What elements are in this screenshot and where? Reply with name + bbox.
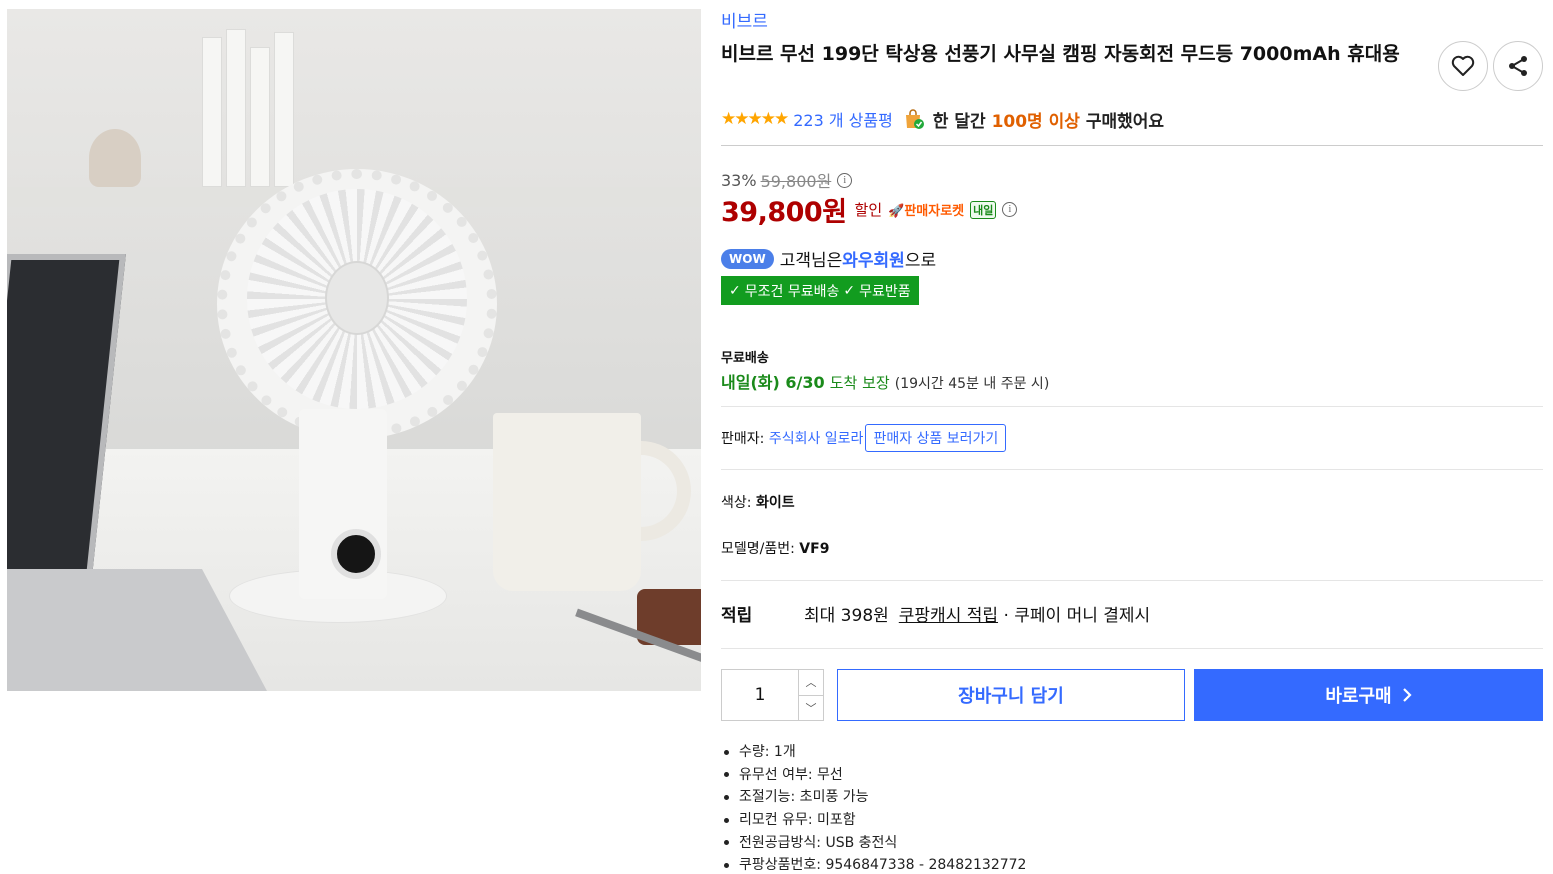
- product-image[interactable]: [7, 9, 701, 691]
- divider: [721, 406, 1543, 407]
- image-books: [202, 27, 302, 187]
- model-option: 모델명/품번: VF9: [721, 538, 829, 558]
- spec-item: 조절기능: 초미풍 가능: [721, 786, 1026, 809]
- points-max-text: 최대 398원: [804, 606, 889, 626]
- discount-row: 33% 59,800원 i: [721, 168, 853, 192]
- model-value: VF9: [799, 541, 830, 557]
- star-rating-icon: ★★★★★: [721, 109, 789, 129]
- points-label: 적립: [721, 606, 753, 626]
- chevron-right-icon: [1402, 688, 1412, 702]
- seller-name-link[interactable]: 주식회사 일로라: [769, 428, 864, 448]
- spec-list: 수량: 1개 유무선 여부: 무선 조절기능: 초미풍 가능 리모컨 유무: 미…: [721, 741, 1026, 874]
- arrival-date: 내일(화) 6/30: [721, 373, 825, 392]
- divider: [721, 469, 1543, 470]
- original-price: 59,800원: [760, 172, 832, 191]
- brand-link[interactable]: 비브르: [721, 7, 768, 32]
- divider: [721, 648, 1543, 649]
- seller-rocket-badge: 🚀판매자로켓: [888, 204, 965, 219]
- bought-suffix: 구매했어요: [1085, 111, 1165, 132]
- shopping-bag-icon: [903, 108, 925, 130]
- product-title: 비브르 무선 199단 탁상용 선풍기 사무실 캠핑 자동회전 무드등 7000…: [721, 43, 1400, 65]
- sale-label: 할인: [854, 201, 883, 219]
- heart-icon: [1451, 55, 1475, 76]
- wow-benefit-banner: ✓ 무조건 무료배송 ✓ 무료반품: [721, 276, 919, 305]
- seller-label: 판매자:: [721, 431, 765, 447]
- tomorrow-badge: 내일: [970, 200, 997, 219]
- image-fan-knob: [331, 529, 381, 579]
- spec-item: 쿠팡상품번호: 9546847338 - 28482132772: [721, 854, 1026, 874]
- shipping-label: 무료배송: [721, 351, 769, 366]
- spec-item: 수량: 1개: [721, 741, 1026, 764]
- check-icon: ✓: [843, 282, 856, 299]
- share-icon: [1509, 56, 1527, 76]
- rating-row: ★★★★★ 223 개 상품평 한 달간 100명 이상 구매했어요: [721, 107, 1164, 132]
- wow-text-suffix: 으로: [904, 251, 937, 271]
- chevron-down-icon[interactable]: ﹀: [799, 696, 823, 721]
- free-shipping-benefit: 무조건 무료배송: [744, 283, 840, 300]
- info-icon[interactable]: i: [837, 172, 853, 188]
- seller-products-button[interactable]: 판매자 상품 보러가기: [865, 424, 1007, 452]
- quantity-stepper: ︿ ﹀: [721, 669, 824, 721]
- sale-price: 39,800원: [721, 197, 847, 228]
- discount-rate: 33%: [721, 170, 757, 190]
- buy-now-button[interactable]: 바로구매: [1194, 669, 1543, 721]
- bought-highlight: 100명 이상: [991, 111, 1080, 132]
- color-value: 화이트: [755, 495, 795, 511]
- order-deadline-note: (19시간 45분 내 주문 시): [894, 376, 1050, 392]
- add-to-cart-button[interactable]: 장바구니 담기: [837, 669, 1185, 721]
- spec-item: 전원공급방식: USB 충전식: [721, 831, 1026, 854]
- arrival-guarantee: 도착 보장: [829, 374, 890, 392]
- purchase-count-text: 한 달간 100명 이상 구매했어요: [933, 107, 1164, 132]
- wishlist-button[interactable]: [1438, 41, 1488, 91]
- quantity-buttons: ︿ ﹀: [798, 670, 823, 720]
- divider: [721, 145, 1543, 146]
- wow-badge: WOW: [721, 248, 774, 269]
- model-label: 모델명/품번:: [721, 541, 795, 557]
- color-label: 색상:: [721, 495, 752, 511]
- bought-prefix: 한 달간: [932, 111, 986, 132]
- coupang-cash-link[interactable]: 쿠팡캐시 적립: [899, 601, 998, 626]
- seller-row: 판매자: 주식회사 일로라 판매자 상품 보러가기: [721, 424, 1007, 452]
- color-option: 색상: 화이트: [721, 492, 795, 512]
- image-vase: [89, 129, 141, 187]
- wow-member-text: 와우회원: [842, 251, 905, 271]
- divider: [721, 580, 1543, 581]
- share-button[interactable]: [1493, 41, 1543, 91]
- image-mug: [493, 413, 641, 591]
- wow-row: WOW 고객님은 와우회원 으로: [721, 246, 936, 271]
- points-suffix: · 쿠페이 머니 결제시: [1003, 606, 1151, 626]
- wow-text-prefix: 고객님은: [779, 251, 843, 271]
- quantity-input[interactable]: [722, 670, 798, 720]
- chevron-up-icon[interactable]: ︿: [799, 670, 823, 696]
- image-fan-hub: [325, 261, 389, 335]
- buy-now-label: 바로구매: [1325, 686, 1392, 707]
- spec-item: 유무선 여부: 무선: [721, 764, 1026, 787]
- spec-item: 리모컨 유무: 미포함: [721, 809, 1026, 832]
- review-count-link[interactable]: 223 개 상품평: [793, 107, 893, 131]
- info-icon[interactable]: i: [1002, 202, 1018, 217]
- price-row: 39,800원 할인 🚀판매자로켓 내일 i: [721, 190, 1018, 229]
- check-icon: ✓: [729, 282, 741, 299]
- shipping-row: 내일(화) 6/30 도착 보장 (19시간 45분 내 주문 시): [721, 369, 1049, 393]
- free-return-benefit: 무료반품: [859, 283, 911, 300]
- points-row: 적립 최대 398원 쿠팡캐시 적립 · 쿠페이 머니 결제시: [721, 601, 1150, 626]
